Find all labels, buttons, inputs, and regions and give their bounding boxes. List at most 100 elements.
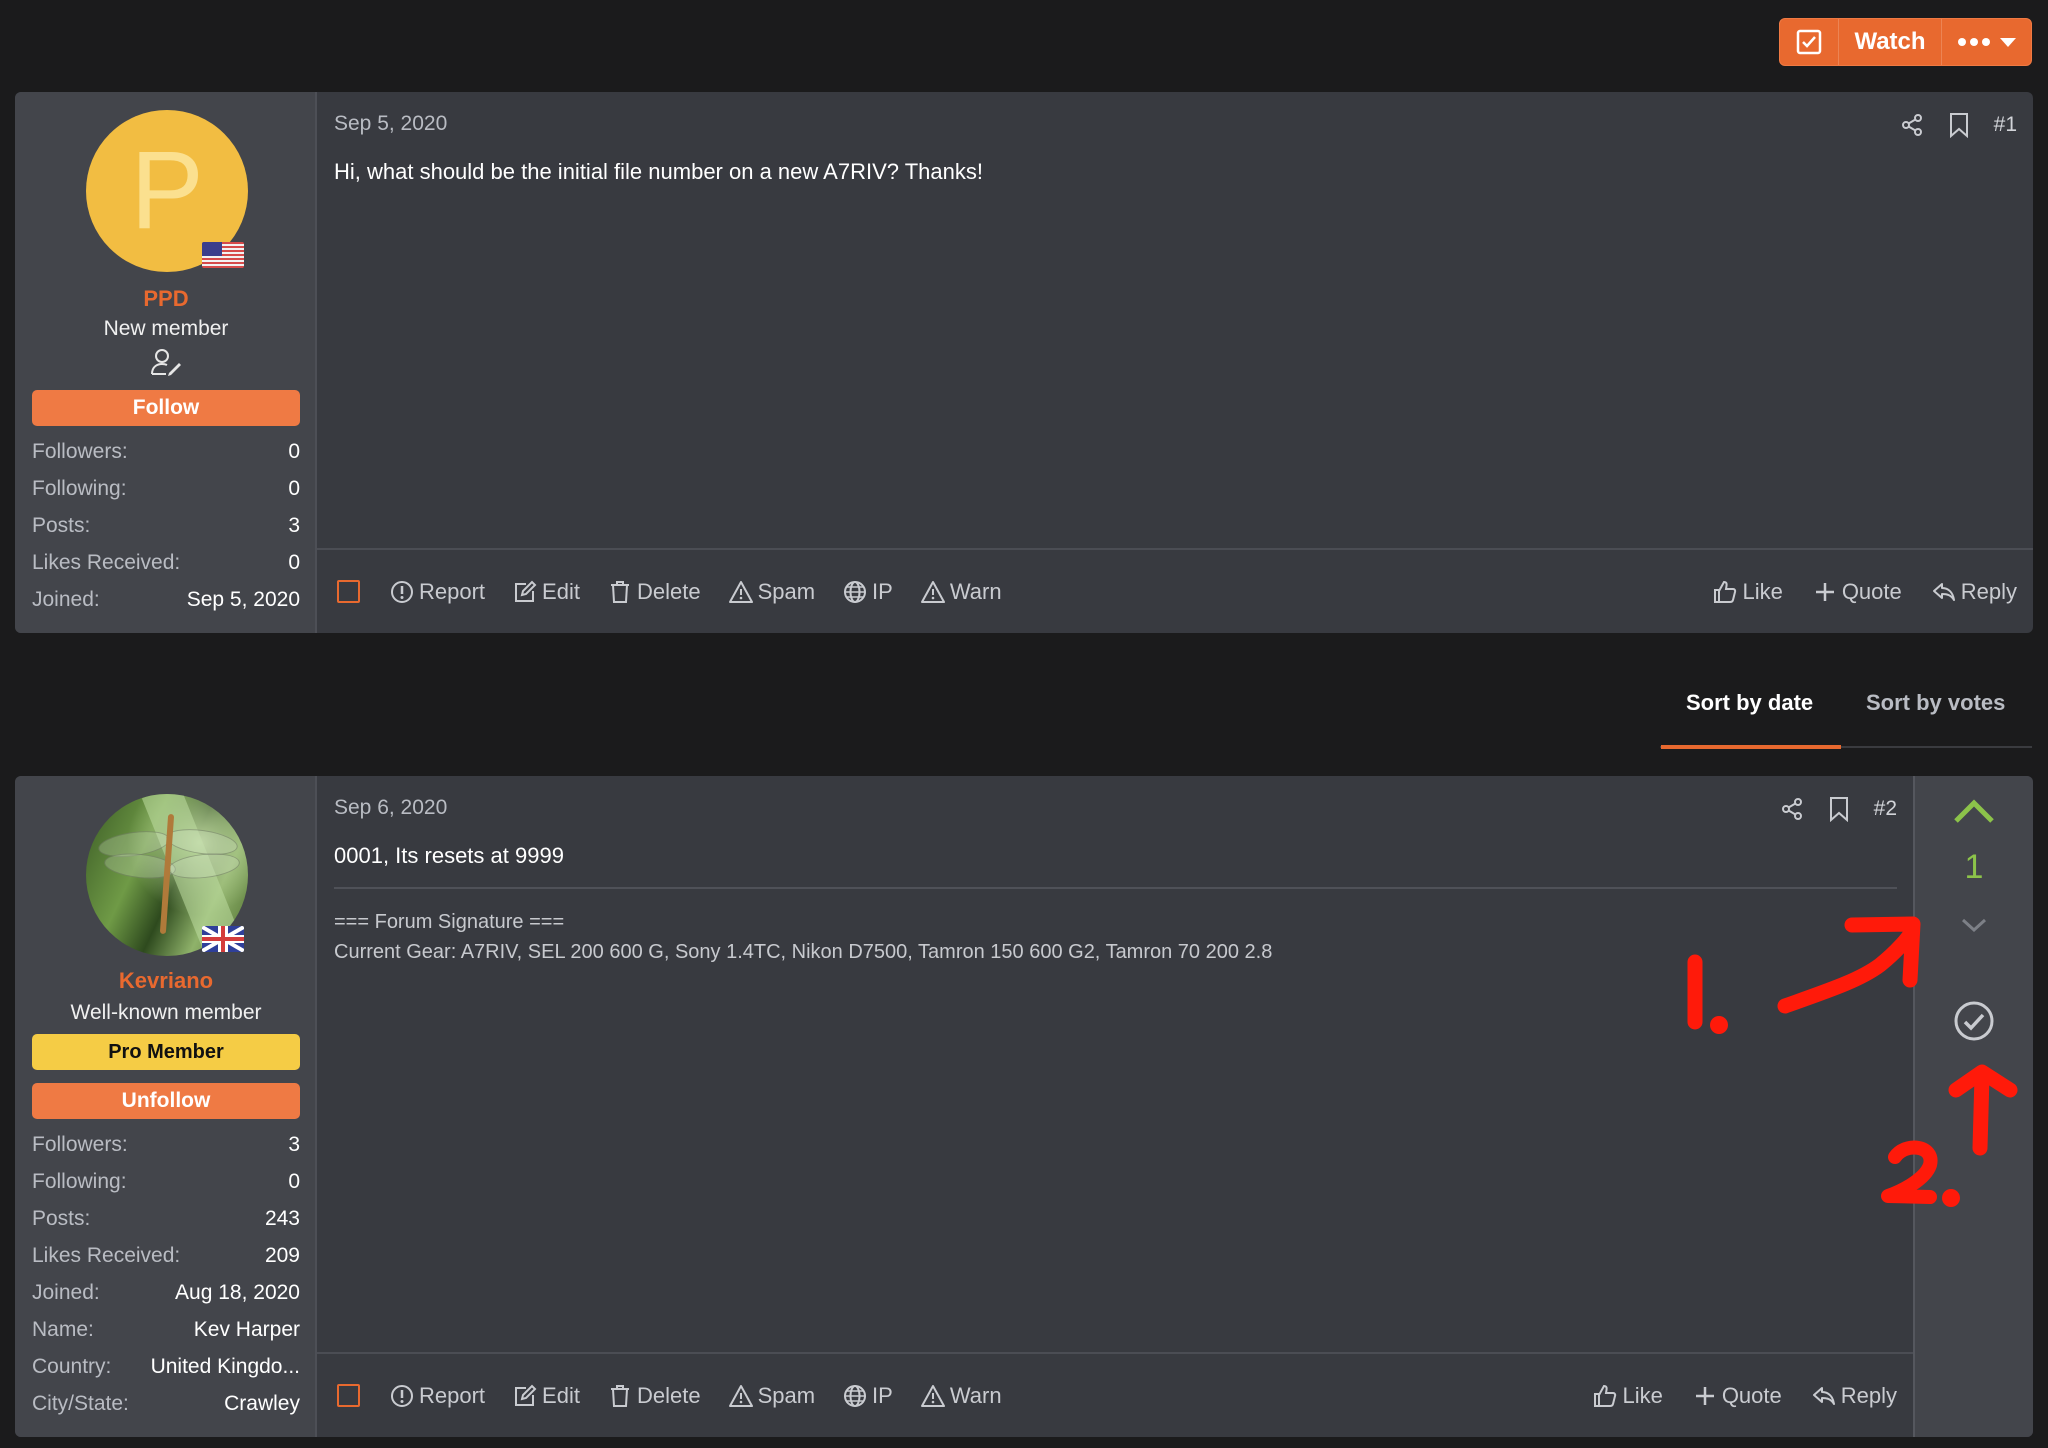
stat-value[interactable]: 0 (288, 1170, 300, 1194)
quote-button[interactable]: Quote (1693, 1383, 1782, 1409)
stat-row: Followers: 0 (32, 433, 300, 470)
stat-row: Likes Received: 209 (32, 1237, 300, 1274)
more-options-button[interactable] (1942, 19, 2031, 65)
signature-line: Current Gear: A7RIV, SEL 200 600 G, Sony… (334, 941, 1273, 963)
tab-sort-by-date[interactable]: Sort by date (1686, 690, 1813, 716)
user-info-panel: P PPD New member Follow Followers: 0 Foll… (15, 92, 317, 633)
post-2: Kevriano Well-known member Pro Member Un… (15, 776, 2033, 1437)
stat-row: Likes Received: 0 (32, 544, 300, 581)
globe-icon (844, 1384, 867, 1407)
stat-value[interactable]: 0 (288, 440, 300, 464)
bookmark-icon[interactable] (1828, 796, 1850, 822)
stat-value[interactable]: 0 (288, 477, 300, 501)
thumbs-up-icon (1714, 580, 1737, 603)
downvote-chevron-down-icon[interactable] (1960, 916, 1988, 934)
report-icon (391, 1384, 413, 1407)
edit-button[interactable]: Edit (513, 579, 580, 605)
stat-value[interactable]: 3 (288, 1133, 300, 1157)
upvote-chevron-up-icon[interactable] (1953, 798, 1995, 824)
reply-button[interactable]: Reply (1932, 579, 2017, 605)
us-flag-icon (202, 242, 244, 268)
ip-button[interactable]: IP (843, 1383, 893, 1409)
delete-label: Delete (636, 1382, 701, 1408)
reply-icon (1812, 1386, 1835, 1405)
warning-icon (920, 580, 945, 603)
report-button[interactable]: Report (390, 579, 485, 605)
edit-icon (515, 580, 537, 602)
stat-value: United Kingdo... (150, 1354, 300, 1378)
trash-icon (610, 580, 629, 603)
signature-divider (334, 887, 1897, 889)
like-button[interactable]: Like (1713, 578, 1783, 605)
share-icon[interactable] (1780, 797, 1804, 821)
stat-row: Name: Kev Harper (32, 1311, 300, 1348)
stat-label: Followers: (32, 439, 128, 463)
stat-value: Sep 5, 2020 (186, 587, 300, 611)
spam-label: Spam (757, 1382, 816, 1408)
like-label: Like (1622, 1382, 1663, 1408)
stat-value[interactable]: 243 (265, 1207, 300, 1231)
reply-label: Reply (1960, 578, 2017, 604)
tab-sort-by-votes[interactable]: Sort by votes (1866, 690, 2005, 716)
avatar-letter: P (130, 129, 204, 252)
stat-value[interactable]: 0 (288, 551, 300, 575)
username[interactable]: PPD (15, 286, 317, 312)
delete-button[interactable]: Delete (608, 579, 701, 605)
signature-heading: === Forum Signature === (334, 911, 565, 933)
warn-button[interactable]: Warn (920, 1383, 1002, 1409)
warning-icon (728, 580, 753, 603)
stat-value: Crawley (224, 1391, 300, 1415)
post-content: Sep 6, 2020 #2 0001, Its resets at 9999 … (317, 776, 1913, 1437)
stat-row: City/State: Crawley (32, 1385, 300, 1422)
post-date[interactable]: Sep 5, 2020 (334, 112, 447, 136)
stat-value[interactable]: 209 (265, 1244, 300, 1268)
like-button[interactable]: Like (1593, 1382, 1663, 1409)
stat-value[interactable]: 3 (288, 514, 300, 538)
stat-label: Likes Received: (32, 1243, 181, 1267)
user-info-panel: Kevriano Well-known member Pro Member Un… (15, 776, 317, 1437)
stat-label: Following: (32, 1169, 127, 1193)
share-icon[interactable] (1900, 113, 1924, 137)
report-label: Report (419, 578, 486, 604)
post-date[interactable]: Sep 6, 2020 (334, 796, 447, 820)
mark-solution-check-circle-icon[interactable] (1953, 1000, 1995, 1042)
checkbox-checked-icon (1796, 29, 1822, 55)
warn-button[interactable]: Warn (920, 579, 1002, 605)
post-body: 0001, Its resets at 9999 (334, 843, 564, 868)
post-number[interactable]: #2 (1874, 797, 1897, 821)
spam-button[interactable]: Spam (728, 1382, 816, 1409)
user-edit-icon[interactable] (149, 347, 183, 377)
follow-button[interactable]: Follow (32, 390, 300, 426)
post-number[interactable]: #1 (1994, 113, 2017, 137)
report-button[interactable]: Report (390, 1383, 485, 1409)
stat-row: Posts: 243 (32, 1200, 300, 1237)
report-icon (391, 580, 413, 603)
watch-button-group: Watch (1779, 18, 2032, 66)
reply-button[interactable]: Reply (1812, 1383, 1897, 1409)
select-post-checkbox[interactable] (337, 580, 360, 603)
post-action-bar: Report Edit Delete Spam IP Warn Like Quo… (317, 548, 2033, 633)
stat-label: Posts: (32, 513, 91, 537)
spam-label: Spam (757, 578, 816, 604)
edit-icon (515, 1384, 537, 1406)
stat-row: Country: United Kingdo... (32, 1348, 300, 1385)
spam-button[interactable]: Spam (728, 578, 816, 605)
select-post-checkbox[interactable] (337, 1384, 360, 1407)
watch-button[interactable]: Watch (1839, 19, 1942, 65)
stat-row: Posts: 3 (32, 507, 300, 544)
username[interactable]: Kevriano (15, 968, 317, 994)
stat-row: Following: 0 (32, 1163, 300, 1200)
watch-toggle-button[interactable] (1780, 19, 1839, 65)
user-stats: Followers: 3 Following: 0 Posts: 243 Likes … (32, 1126, 300, 1422)
sort-tabs: Sort by date Sort by votes (1660, 690, 2032, 750)
like-label: Like (1742, 578, 1783, 604)
delete-button[interactable]: Delete (608, 1383, 701, 1409)
unfollow-button[interactable]: Unfollow (32, 1083, 300, 1119)
bookmark-icon[interactable] (1948, 112, 1970, 138)
quote-button[interactable]: Quote (1813, 579, 1902, 605)
edit-button[interactable]: Edit (513, 1383, 580, 1409)
globe-icon (844, 580, 867, 603)
ip-button[interactable]: IP (843, 579, 893, 605)
stat-label: Likes Received: (32, 550, 181, 574)
reply-label: Reply (1840, 1382, 1897, 1408)
